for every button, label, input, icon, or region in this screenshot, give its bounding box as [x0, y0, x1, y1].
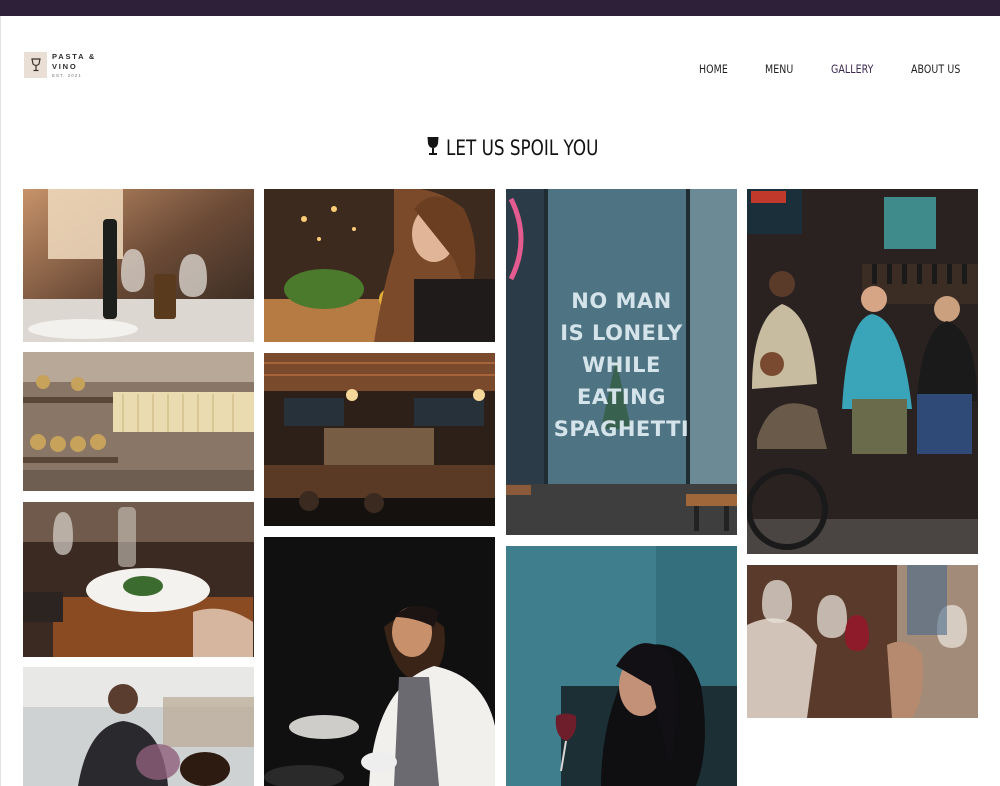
gallery-photo-woman-wine[interactable] — [506, 546, 737, 786]
nav-home[interactable]: HOME — [699, 62, 728, 76]
caption-line-3: WHILE — [582, 353, 661, 377]
gallery-photo-bar-interior[interactable] — [264, 353, 495, 526]
gallery-photo-friends-at-bar[interactable] — [747, 189, 978, 554]
main-navigation: HOME MENU GALLERY ABOUT US — [0, 62, 1000, 76]
nav-gallery[interactable]: GALLERY — [831, 62, 874, 76]
nav-menu[interactable]: MENU — [765, 62, 793, 76]
wine-glass-icon — [426, 136, 440, 161]
page-edge-rule — [0, 16, 1, 786]
gallery-photo-toasting-glasses[interactable] — [747, 565, 978, 718]
gallery-photo-storefront-window[interactable]: NO MAN IS LONELY WHILE EATING SPAGHETTI — [506, 189, 737, 535]
caption-line-2: IS LONELY — [560, 321, 683, 345]
section-heading: LET US SPOIL YOU — [426, 136, 637, 160]
nav-about-us[interactable]: ABOUT US — [911, 62, 960, 76]
storefront-caption: NO MAN IS LONELY WHILE EATING SPAGHETTI — [506, 285, 737, 445]
caption-line-5: SPAGHETTI — [553, 417, 690, 441]
section-title: LET US SPOIL YOU — [446, 136, 599, 160]
gallery-photo-pasta-kitchen[interactable] — [23, 352, 254, 491]
caption-line-4: EATING — [577, 385, 666, 409]
gallery-photo-chef[interactable] — [264, 537, 495, 786]
gallery-photo-woman-dining[interactable] — [264, 189, 495, 342]
brand-line-1: PASTA & — [52, 52, 97, 61]
gallery-photo-espresso-bar[interactable] — [23, 667, 254, 786]
caption-line-1: NO MAN — [571, 289, 672, 313]
top-accent-bar — [0, 0, 1000, 16]
gallery-photo-plated-dish[interactable] — [23, 502, 254, 657]
gallery-photo-table-setting[interactable] — [23, 189, 254, 342]
